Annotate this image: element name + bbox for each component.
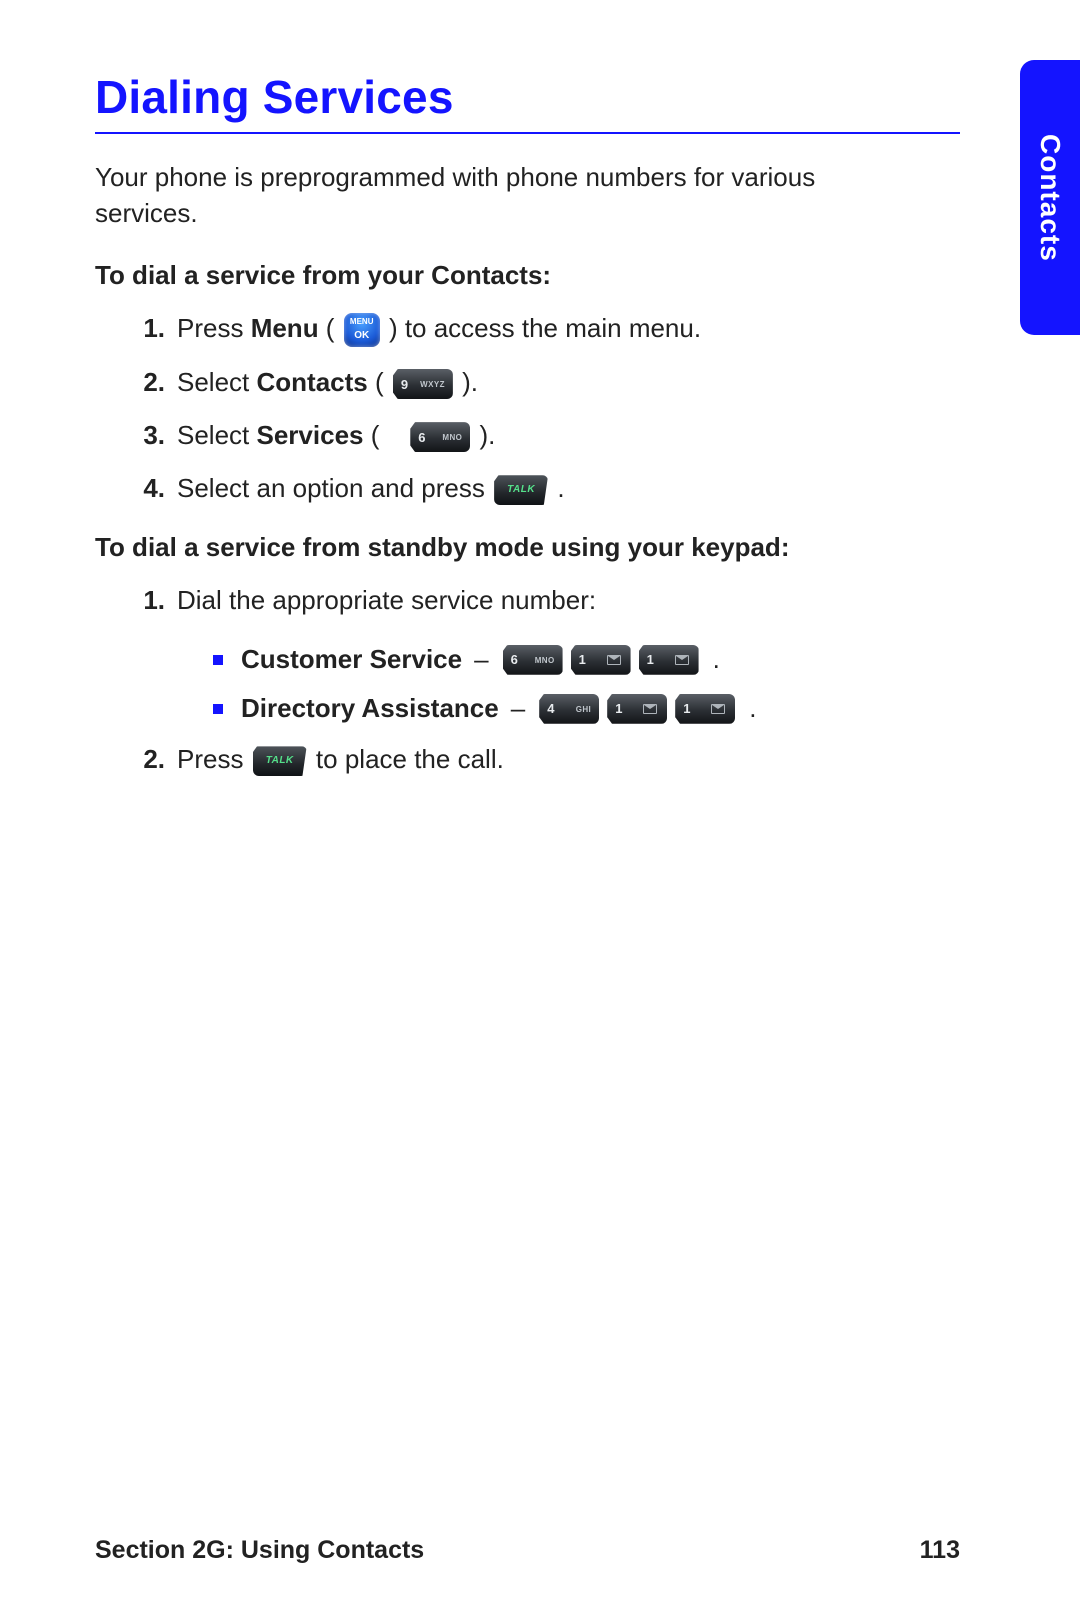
- text: Select: [177, 420, 257, 450]
- title-rule: [95, 132, 960, 134]
- bullet-icon: [213, 655, 223, 665]
- footer-section: Section 2G: Using Contacts: [95, 1536, 424, 1565]
- step-4: 4. Select an option and press .: [137, 471, 960, 506]
- text: Press: [177, 744, 251, 774]
- key-label: OK: [344, 329, 380, 343]
- steps-keypad-2: 2. Press to place the call.: [95, 742, 960, 777]
- envelope-icon: [675, 655, 689, 665]
- key-digit: 1: [579, 652, 587, 667]
- key-letters: GHI: [576, 705, 591, 714]
- step-3: 3. Select Services ( 6 MNO ).: [137, 418, 960, 453]
- text: .: [557, 473, 564, 503]
- steps-keypad: 1. Dial the appropriate service number:: [95, 583, 960, 618]
- menu-ok-key-icon: MENU OK: [344, 313, 380, 347]
- period: .: [713, 644, 720, 675]
- page-title: Dialing Services: [95, 70, 960, 124]
- key-digit: 6: [418, 429, 426, 447]
- page-body: Dialing Services Your phone is preprogra…: [95, 70, 960, 1520]
- key-1-icon: 1: [571, 645, 631, 675]
- key-1-icon: 1: [639, 645, 699, 675]
- text: ) to access the main menu.: [389, 313, 701, 343]
- services-word: Services: [257, 420, 364, 450]
- directory-assistance-item: Directory Assistance – 4 GHI 1 1 .: [213, 693, 960, 724]
- text: to place the call.: [316, 744, 504, 774]
- envelope-icon: [711, 704, 725, 714]
- intro-text: Your phone is preprogrammed with phone n…: [95, 160, 855, 232]
- text: ).: [462, 367, 478, 397]
- subhead-contacts: To dial a service from your Contacts:: [95, 260, 960, 291]
- customer-service-item: Customer Service – 6 MNO 1 1 .: [213, 644, 960, 675]
- dash: –: [474, 644, 488, 675]
- step-text: Select an option and press .: [177, 471, 565, 506]
- bullet-icon: [213, 704, 223, 714]
- text: Select an option and press: [177, 473, 492, 503]
- step-2: 2. Select Contacts ( 9 WXYZ ).: [137, 365, 960, 400]
- text: Press: [177, 313, 251, 343]
- key-letters: WXYZ: [420, 380, 445, 391]
- envelope-icon: [643, 704, 657, 714]
- dash: –: [511, 693, 525, 724]
- step-number: 1.: [137, 311, 165, 346]
- key-digit: 1: [615, 701, 623, 716]
- keys-611: 6 MNO 1 1: [501, 645, 701, 675]
- side-tab: Contacts: [1020, 60, 1080, 335]
- step-text: Press Menu ( MENU OK ) to access the mai…: [177, 311, 701, 347]
- directory-assistance-label: Directory Assistance: [241, 693, 499, 724]
- key-label: MENU: [344, 317, 380, 328]
- step-number: 2.: [137, 365, 165, 400]
- step-text: Press to place the call.: [177, 742, 504, 777]
- step-text: Select Services ( 6 MNO ).: [177, 418, 495, 453]
- text: (: [368, 367, 384, 397]
- key-digit: 1: [647, 652, 655, 667]
- key-6-icon: 6 MNO: [410, 422, 470, 452]
- text: ).: [480, 420, 496, 450]
- menu-word: Menu: [251, 313, 319, 343]
- envelope-icon: [607, 655, 621, 665]
- key-1-icon: 1: [607, 694, 667, 724]
- step-number: 2.: [137, 742, 165, 777]
- step-2: 2. Press to place the call.: [137, 742, 960, 777]
- period: .: [749, 693, 756, 724]
- service-numbers: Customer Service – 6 MNO 1 1 . Directory …: [95, 644, 960, 724]
- text: Select: [177, 367, 257, 397]
- side-tab-label: Contacts: [1034, 134, 1066, 262]
- key-letters: MNO: [442, 433, 462, 444]
- text: (: [319, 313, 335, 343]
- key-4-icon: 4 GHI: [539, 694, 599, 724]
- footer-page-number: 113: [920, 1536, 960, 1565]
- page-footer: Section 2G: Using Contacts 113: [95, 1536, 960, 1565]
- customer-service-label: Customer Service: [241, 644, 462, 675]
- step-text: Select Contacts ( 9 WXYZ ).: [177, 365, 478, 400]
- key-1-icon: 1: [675, 694, 735, 724]
- talk-key-icon: [253, 746, 307, 776]
- key-9-icon: 9 WXYZ: [393, 369, 453, 399]
- key-digit: 6: [511, 652, 519, 667]
- key-6-icon: 6 MNO: [503, 645, 563, 675]
- keys-411: 4 GHI 1 1: [537, 694, 737, 724]
- contacts-word: Contacts: [257, 367, 368, 397]
- step-number: 1.: [137, 583, 165, 618]
- key-digit: 9: [401, 376, 409, 394]
- steps-contacts: 1. Press Menu ( MENU OK ) to access the …: [95, 311, 960, 506]
- key-digit: 1: [683, 701, 691, 716]
- step-number: 4.: [137, 471, 165, 506]
- step-number: 3.: [137, 418, 165, 453]
- step-1: 1. Press Menu ( MENU OK ) to access the …: [137, 311, 960, 347]
- key-letters: MNO: [535, 656, 555, 665]
- subhead-keypad: To dial a service from standby mode usin…: [95, 532, 960, 563]
- step-1: 1. Dial the appropriate service number:: [137, 583, 960, 618]
- key-digit: 4: [547, 701, 555, 716]
- talk-key-icon: [494, 475, 548, 505]
- step-text: Dial the appropriate service number:: [177, 583, 596, 618]
- text: (: [363, 420, 379, 450]
